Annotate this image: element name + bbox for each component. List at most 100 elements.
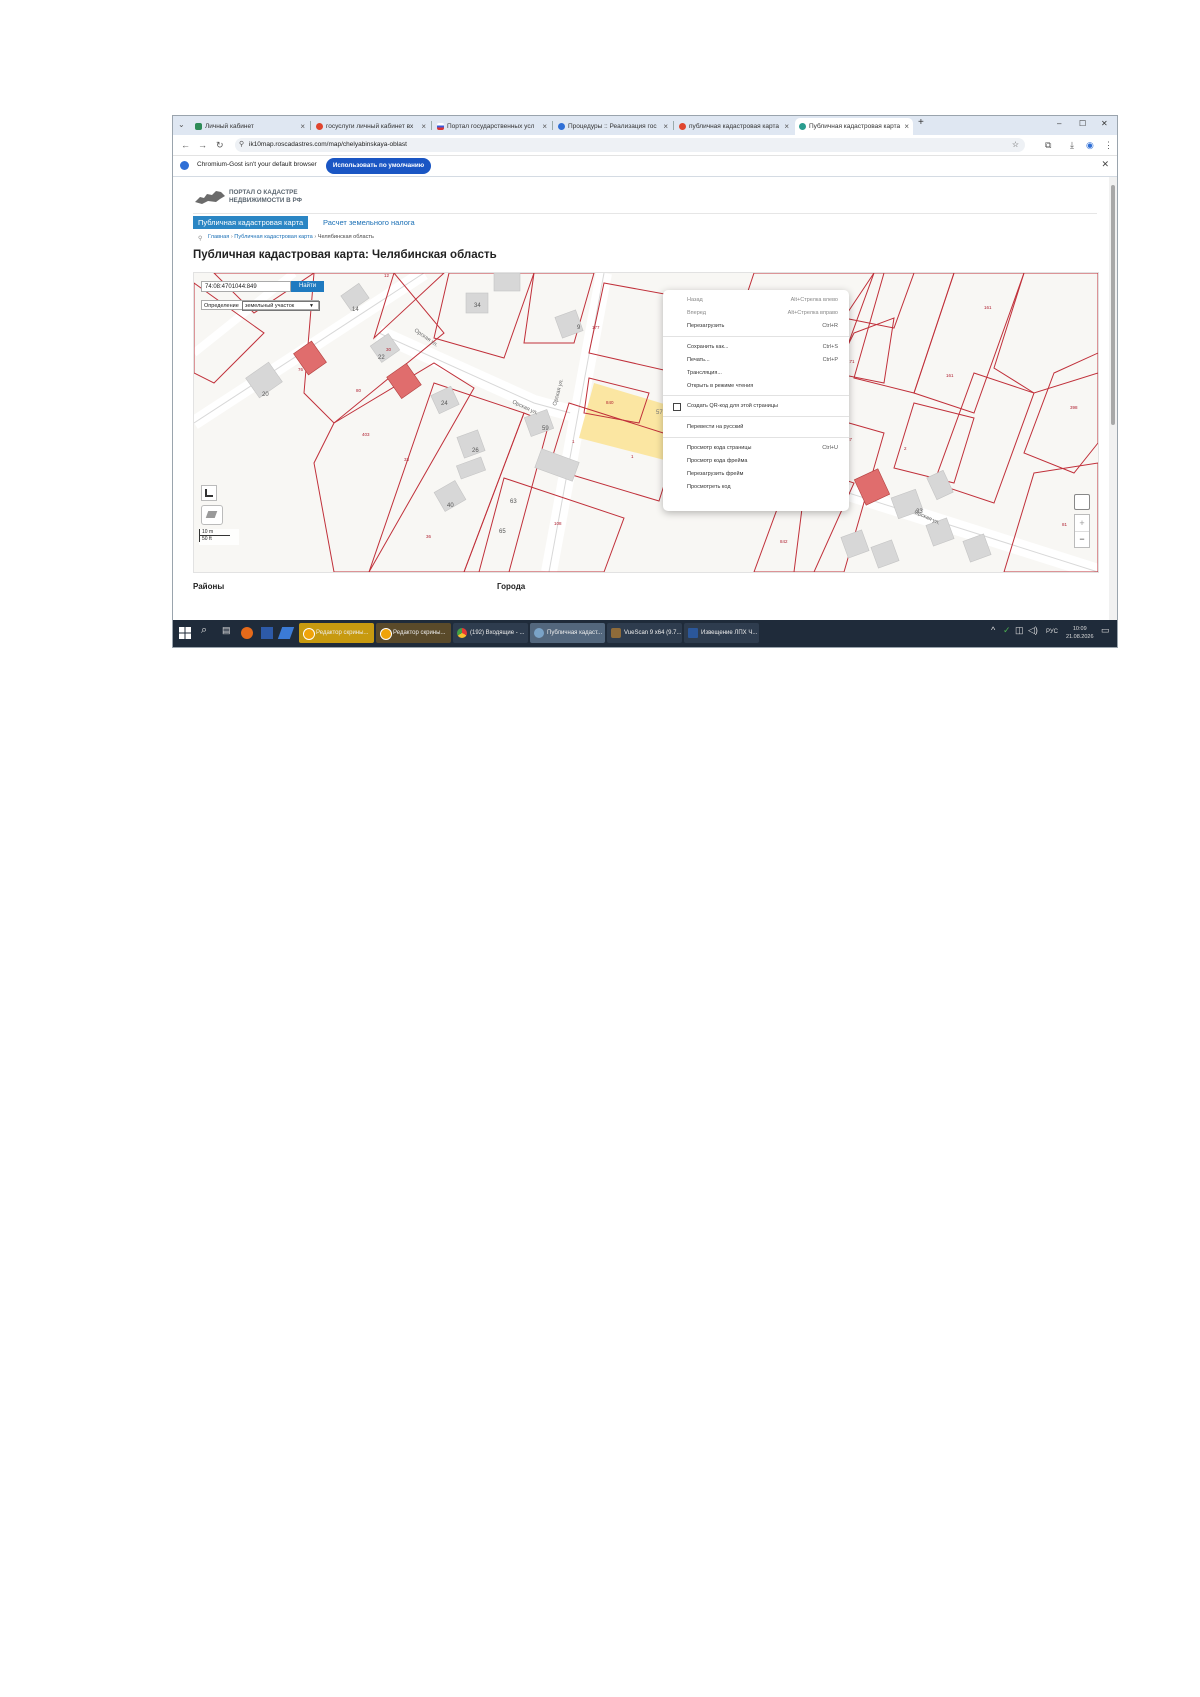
menu-item-shortcut: Ctrl+S (822, 344, 838, 350)
windows-start-icon[interactable] (179, 627, 191, 639)
tab-search-icon[interactable]: ⌄ (178, 119, 185, 131)
search-icon[interactable]: ⌕ (201, 624, 207, 637)
menu-item-label: Трансляция... (687, 370, 722, 376)
address-bar[interactable]: ⚲ ik10map.roscadastres.com/map/chelyabin… (235, 138, 1025, 152)
menu-item-save-as[interactable]: Сохранить как... Ctrl+S (663, 341, 849, 353)
menu-item-back[interactable]: Назад Alt+Стрелка влево (663, 294, 849, 306)
app-icon[interactable] (261, 627, 273, 639)
close-icon[interactable]: × (784, 118, 789, 135)
site-logo-text[interactable]: ПОРТАЛ О КАДАСТРЕ НЕДВИЖИМОСТИ В РФ (229, 189, 302, 205)
scrollbar-thumb[interactable] (1111, 185, 1115, 425)
parcel-label: 20 (262, 392, 269, 398)
menu-item-forward[interactable]: Вперед Alt+Стрелка вправо (663, 307, 849, 319)
tab-0[interactable]: Личный кабинет × (191, 118, 309, 135)
close-icon[interactable]: × (300, 118, 305, 135)
back-arrow-icon[interactable]: ← (181, 139, 190, 151)
close-icon[interactable]: × (663, 118, 668, 135)
parcel-label: 76 (298, 367, 304, 372)
network-icon[interactable]: ◫ (1015, 625, 1024, 636)
breadcrumb-home[interactable]: Главная (208, 234, 229, 240)
clock[interactable]: 10:09 21.08.2026 (1066, 625, 1094, 641)
nav-cadastral-map[interactable]: Публичная кадастровая карта (193, 216, 309, 229)
reload-icon[interactable]: ↻ (216, 139, 224, 151)
site-info-icon[interactable]: ⚲ (239, 138, 244, 152)
check-icon[interactable]: ✓ (1003, 625, 1011, 636)
chromium-gost-icon (534, 628, 544, 638)
taskbar-app-1[interactable]: Редактор скрины... (376, 623, 451, 643)
tray-chevron-icon[interactable]: ^ (991, 625, 995, 635)
bookmark-star-icon[interactable]: ☆ (1012, 138, 1019, 152)
fullscreen-button[interactable] (201, 485, 217, 501)
taskbar-app-0[interactable]: Редактор скрины... (299, 623, 374, 643)
menu-item-reading-mode[interactable]: Открыть в режиме чтения (663, 380, 849, 392)
word-icon (688, 628, 698, 638)
find-button[interactable]: Найти (291, 281, 324, 292)
location-pin-icon: ⚲ (198, 236, 203, 242)
tab-5-active[interactable]: Публичная кадастровая карта × (795, 118, 913, 135)
close-icon[interactable]: × (904, 118, 909, 135)
menu-separator (663, 416, 849, 417)
tab-1[interactable]: госуслуги личный кабинет вх × (312, 118, 430, 135)
new-tab-button[interactable]: + (918, 117, 924, 128)
notifications-icon[interactable]: ▭ (1101, 625, 1110, 636)
zoom-out-button[interactable]: − (1075, 532, 1089, 548)
parcel-label: 81 (1062, 522, 1068, 527)
tab-divider (552, 121, 553, 130)
menu-item-view-frame-source[interactable]: Просмотр кода фрейма (663, 455, 849, 467)
menu-kebab-icon[interactable]: ⋮ (1104, 139, 1113, 151)
menu-item-view-source[interactable]: Просмотр кода страницы Ctrl+U (663, 442, 849, 454)
infobar-close-icon[interactable]: ✕ (1101, 159, 1109, 170)
menu-item-cast[interactable]: Трансляция... (663, 367, 849, 379)
breadcrumb-separator: › (230, 234, 233, 240)
close-icon[interactable]: × (421, 118, 426, 135)
taskbar-app-3[interactable]: Публичная кадаст... (530, 623, 605, 643)
street-label: Орская ул. (552, 378, 565, 407)
scale-feet: 50 ft (199, 536, 238, 542)
minimize-button[interactable]: – (1057, 119, 1061, 128)
cadastral-number-input[interactable]: 74:08:4701044:849 (201, 281, 291, 292)
window-close-button[interactable]: ✕ (1101, 119, 1108, 128)
tab-label: Портал государственных усл (447, 123, 535, 130)
app-icon[interactable] (277, 627, 295, 639)
parcel-label: 59 (542, 426, 549, 432)
menu-item-shortcut: Alt+Стрелка влево (790, 297, 838, 303)
map-checkbox-button[interactable] (1074, 494, 1090, 510)
tab-divider (431, 121, 432, 130)
menu-item-label: Перезагрузить фрейм (687, 471, 744, 477)
taskbar-app-5[interactable]: Извещение ЛПХ Ч... (684, 623, 759, 643)
menu-item-label: Просмотреть код (687, 484, 731, 490)
volume-icon[interactable]: ◁) (1028, 625, 1038, 636)
menu-item-print[interactable]: Печать... Ctrl+P (663, 354, 849, 366)
tab-3[interactable]: Процедуры :: Реализация гос × (554, 118, 672, 135)
task-view-icon[interactable]: ▤ (222, 625, 231, 636)
zoom-in-button[interactable]: + (1075, 515, 1089, 532)
set-default-button[interactable]: Использовать по умолчанию (326, 158, 431, 174)
browser-screenshot: ⌄ Личный кабинет × госуслуги личный каби… (172, 115, 1118, 648)
nav-land-tax[interactable]: Расчет земельного налога (323, 217, 415, 228)
close-icon[interactable]: × (542, 118, 547, 135)
layers-button[interactable] (201, 505, 223, 525)
profile-icon[interactable]: ◉ (1086, 139, 1094, 151)
tab-2[interactable]: Портал государственных усл × (433, 118, 551, 135)
language-indicator[interactable]: РУС (1046, 629, 1058, 635)
breadcrumb-map[interactable]: Публичная кадастровая карта (234, 234, 312, 240)
firefox-icon[interactable] (241, 627, 253, 639)
tab-4[interactable]: публичная кадастровая карта × (675, 118, 793, 135)
extensions-icon[interactable]: ⧉ (1045, 139, 1051, 151)
menu-item-reload-frame[interactable]: Перезагрузить фрейм (663, 468, 849, 480)
forward-arrow-icon[interactable]: → (198, 139, 207, 151)
menu-item-inspect[interactable]: Просмотреть код (663, 481, 849, 493)
taskbar-app-label: Редактор скрины... (393, 630, 446, 636)
maximize-button[interactable]: ☐ (1079, 119, 1086, 128)
page-scrollbar[interactable] (1109, 177, 1117, 620)
taskbar-app-4[interactable]: VueScan 9 x64 (9.7... (607, 623, 682, 643)
download-icon[interactable]: ⤓ (1070, 139, 1074, 151)
menu-item-qr-code[interactable]: Создать QR-код для этой страницы (663, 400, 849, 412)
map-canvas[interactable]: 12 34 9 177 14 22 30 76 80 20 24 403 33 … (194, 273, 1098, 572)
parcel-label: 36 (426, 534, 432, 539)
menu-item-reload[interactable]: Перезагрузить Ctrl+R (663, 320, 849, 332)
taskbar-app-2[interactable]: (192) Входящие - ... (453, 623, 528, 643)
menu-item-translate[interactable]: Перевести на русский (663, 421, 849, 433)
cadastral-map[interactable]: 12 34 9 177 14 22 30 76 80 20 24 403 33 … (193, 272, 1099, 573)
parcel-label: 161 (984, 305, 992, 310)
